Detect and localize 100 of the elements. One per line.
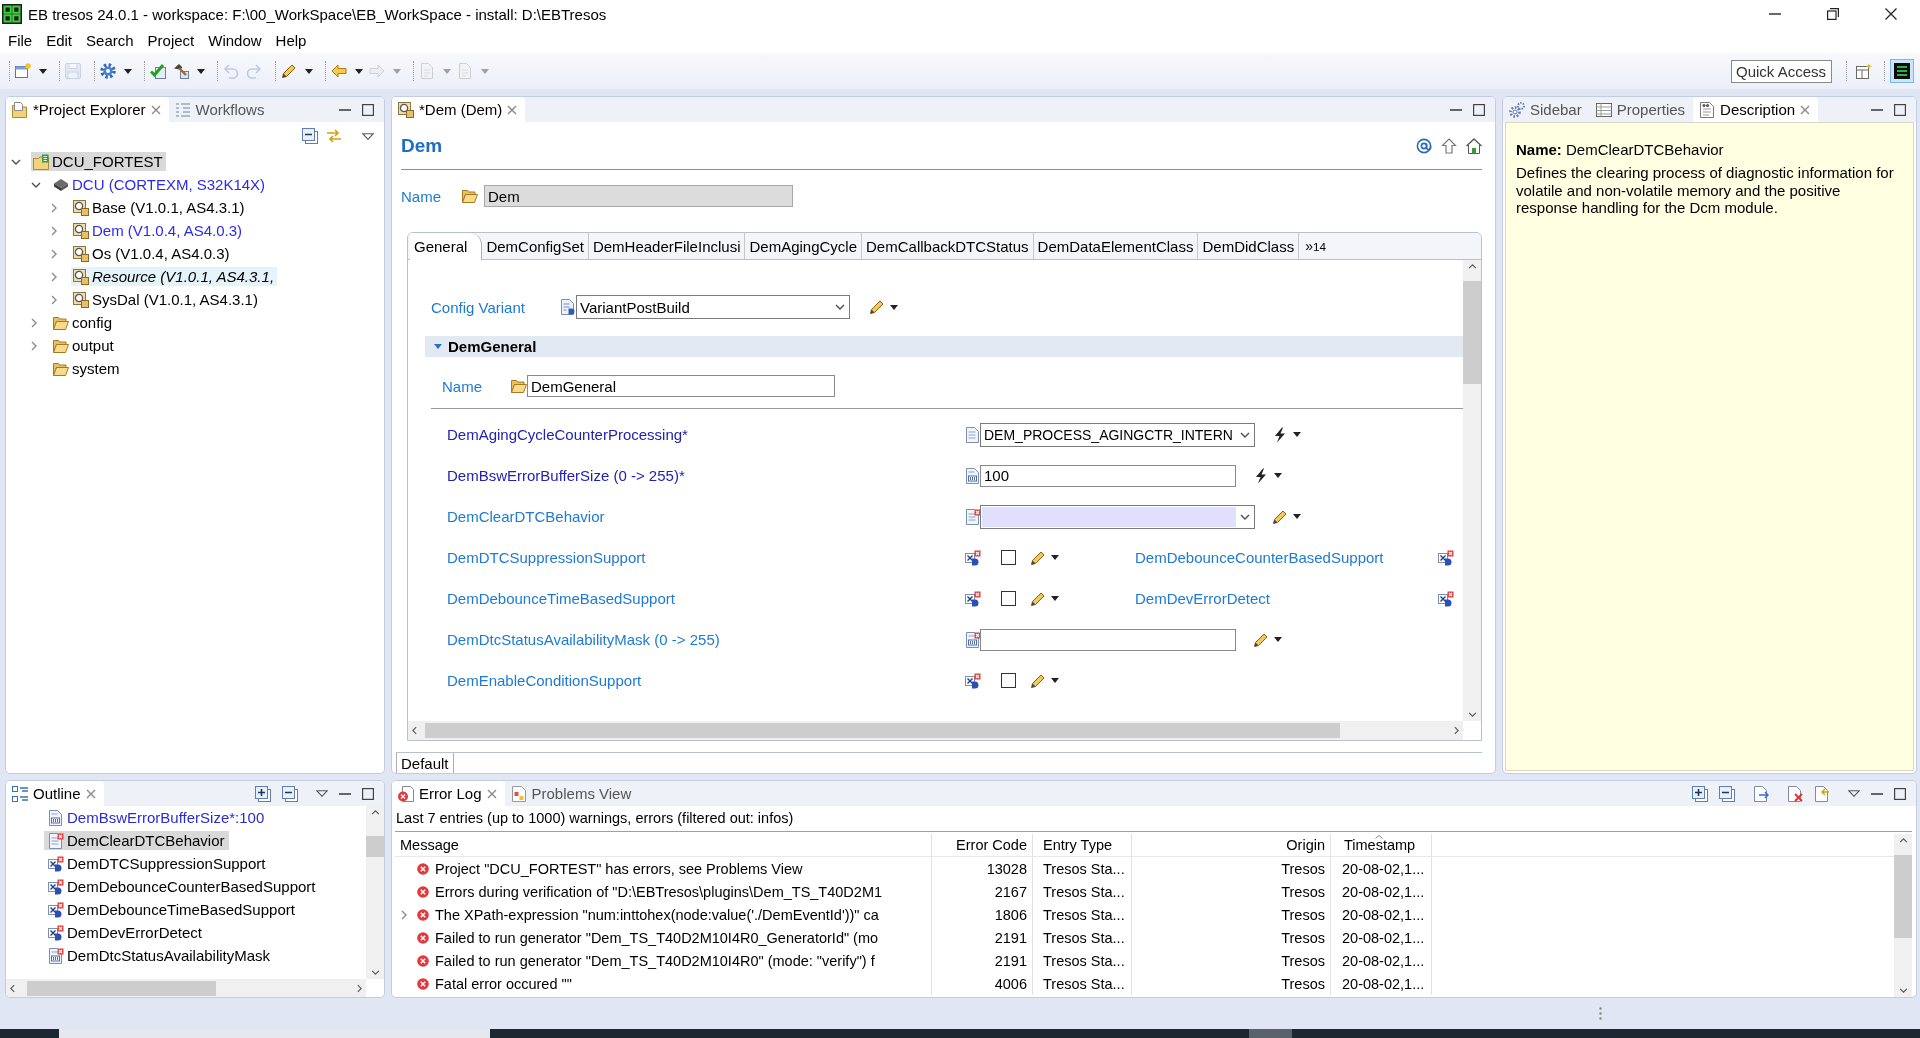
grip-icon[interactable] (1599, 1007, 1602, 1020)
minimize-icon[interactable] (339, 108, 351, 111)
chevron-right-icon[interactable] (401, 909, 407, 920)
scroll-right-icon[interactable] (1454, 726, 1459, 735)
name-field[interactable]: DemGeneral (527, 375, 835, 397)
outline-item[interactable]: DemDebounceCounterBasedSupport (44, 877, 320, 896)
close-icon[interactable] (486, 788, 497, 799)
minimize-icon[interactable] (1871, 792, 1883, 795)
chevron-right-icon[interactable] (51, 294, 57, 305)
tab[interactable]: DemDataElementClass (1033, 233, 1199, 259)
tab[interactable]: General (410, 233, 483, 260)
pencil-icon[interactable] (1272, 508, 1288, 525)
scroll-down-icon[interactable] (1898, 988, 1908, 993)
checkbox[interactable] (1001, 673, 1016, 688)
caret-icon[interactable] (1274, 473, 1282, 478)
scroll-left-icon[interactable] (10, 983, 15, 993)
variant-dropdown[interactable]: VariantPostBuild (576, 295, 850, 319)
vertical-scrollbar[interactable] (366, 806, 384, 979)
tree-item[interactable]: SysDal (V1.0.1, AS4.3.1) (71, 290, 261, 309)
view-tab[interactable]: Description (1693, 97, 1819, 122)
outline-item[interactable]: DemDevErrorDetect (44, 923, 207, 942)
column-header[interactable]: Timestamp (1331, 834, 1432, 857)
maximize-icon[interactable] (1473, 103, 1485, 116)
caret-icon[interactable] (39, 68, 47, 74)
tree-item[interactable]: Base (V1.0.1, AS4.3.1) (71, 198, 248, 217)
minimize-icon[interactable] (1450, 108, 1462, 111)
minimize-icon[interactable] (1871, 108, 1883, 111)
scroll-left-icon[interactable] (412, 726, 417, 735)
chevron-right-icon[interactable] (51, 225, 57, 236)
gear-icon[interactable] (100, 63, 116, 79)
maximize-icon[interactable] (1894, 103, 1906, 116)
menu-item[interactable]: Search (79, 32, 141, 49)
scrollbar-thumb[interactable] (366, 836, 384, 857)
view-menu-icon[interactable] (362, 132, 374, 140)
editor-tab[interactable]: *Dem (Dem) (392, 97, 526, 122)
tree-item[interactable]: DCU (CORTEXM, S32K14X) (51, 175, 269, 194)
caret-icon[interactable] (1051, 596, 1059, 601)
page-tab[interactable]: Default (396, 753, 454, 773)
outline-item[interactable]: DemDtcStatusAvailabilityMask (44, 946, 275, 965)
column-header[interactable]: Entry Type (1033, 834, 1132, 857)
view-menu-icon[interactable] (316, 790, 328, 797)
scrollbar-thumb[interactable] (1894, 855, 1912, 938)
scroll-down-icon[interactable] (1467, 712, 1477, 717)
scrollbar-thumb[interactable] (27, 980, 216, 996)
menu-item[interactable]: Edit (39, 32, 80, 49)
caret-icon[interactable] (305, 68, 313, 74)
view-tab[interactable]: Problems View (504, 781, 640, 806)
caret-icon[interactable] (124, 68, 132, 74)
caret-icon[interactable] (197, 68, 205, 74)
close-icon[interactable] (85, 788, 96, 799)
tree-item[interactable]: Dem (V1.0.4, AS4.0.3) (71, 221, 246, 240)
view-tab[interactable]: Sidebar (1503, 97, 1590, 122)
collapse-all-icon[interactable] (302, 128, 318, 144)
new-window-icon[interactable] (15, 63, 31, 79)
scroll-right-icon[interactable] (357, 983, 362, 993)
tree-item[interactable]: Os (V1.0.4, AS4.0.3) (71, 244, 233, 263)
scrollbar-thumb[interactable] (1463, 281, 1481, 384)
collapse-all-icon[interactable] (1719, 785, 1735, 802)
checkbox[interactable] (1001, 591, 1016, 606)
chevron-right-icon[interactable] (31, 317, 37, 328)
tree-item[interactable]: DCU_FORTEST (31, 152, 166, 171)
scroll-up-icon[interactable] (1898, 838, 1908, 843)
menu-item[interactable]: Window (201, 32, 269, 49)
tree-item[interactable]: config (51, 313, 116, 332)
perspective-button[interactable] (1890, 59, 1914, 83)
parameter-dropdown[interactable] (980, 504, 1255, 529)
menu-item[interactable]: File (1, 32, 40, 49)
home-icon[interactable] (1466, 137, 1482, 154)
vertical-scrollbar[interactable] (1463, 260, 1481, 721)
horizontal-scrollbar[interactable] (408, 721, 1463, 740)
caret-icon[interactable] (1293, 514, 1301, 519)
name-field[interactable]: Dem (484, 185, 793, 207)
tree-item[interactable]: system (51, 359, 123, 378)
quick-access-field[interactable]: Quick Access (1731, 59, 1832, 83)
pencil-icon[interactable] (1030, 672, 1046, 689)
tree-item[interactable]: Resource (V1.0.1, AS4.3.1, (71, 267, 278, 286)
minimize-icon[interactable] (339, 792, 351, 795)
maximize-icon[interactable] (362, 103, 374, 116)
menu-item[interactable]: Help (268, 32, 314, 49)
pencil-icon[interactable] (281, 63, 297, 79)
outline-item[interactable]: DemBswErrorBufferSize*:100 (44, 808, 269, 827)
expand-all-icon[interactable] (1692, 785, 1708, 802)
parameter-field[interactable]: 100 (980, 464, 1236, 487)
parameter-dropdown[interactable]: DEM_PROCESS_AGINGCTR_INTERN (980, 422, 1255, 447)
view-tab[interactable]: Properties (1589, 97, 1694, 122)
expand-all-icon[interactable] (255, 785, 271, 802)
chevron-down-icon[interactable] (31, 181, 41, 188)
caret-icon[interactable] (1293, 432, 1301, 437)
caret-icon[interactable] (1274, 637, 1282, 642)
view-tab[interactable]: Outline (6, 781, 104, 806)
check-icon[interactable] (150, 63, 166, 79)
import-icon[interactable] (1814, 785, 1830, 802)
column-header[interactable]: Error Code (932, 834, 1033, 857)
scroll-up-icon[interactable] (1467, 264, 1477, 269)
chevron-right-icon[interactable] (51, 202, 57, 213)
scroll-down-icon[interactable] (370, 970, 380, 975)
column-header[interactable]: Message (395, 834, 932, 857)
checkbox[interactable] (1001, 550, 1016, 565)
pencil-icon[interactable] (1253, 631, 1269, 648)
tab[interactable]: DemDidClass (1198, 233, 1300, 259)
